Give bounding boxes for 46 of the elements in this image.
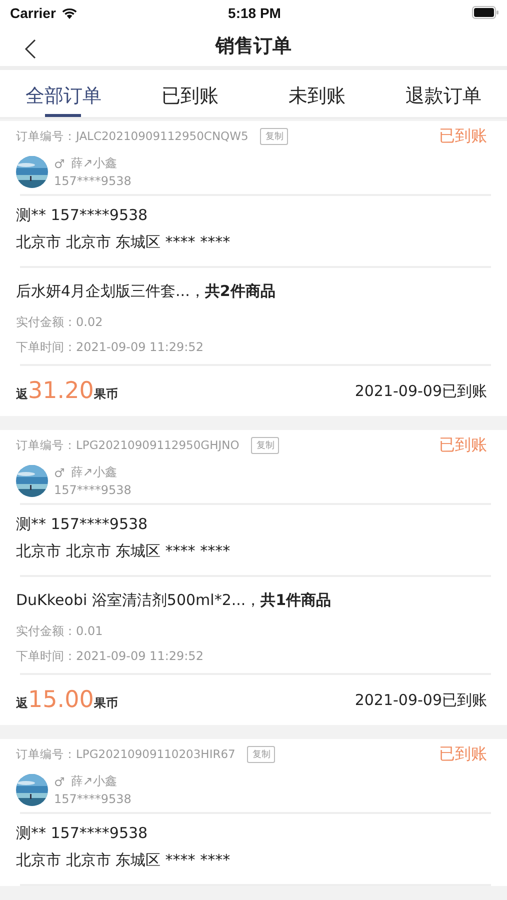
rebate-amount: 15.00 bbox=[28, 687, 94, 714]
recipient-info: 测** 157****9538 bbox=[16, 824, 149, 844]
user-phone: 157****9538 bbox=[54, 792, 132, 806]
product-summary: 后水妍4月企划版三件套...，共2件商品 bbox=[16, 282, 276, 300]
user-name: 薛↗小鑫 bbox=[70, 155, 117, 172]
paid-amount: 实付金额：0.02 bbox=[16, 314, 104, 332]
rebate-prefix: 返 bbox=[16, 695, 28, 712]
gender-symbol: ♂ bbox=[54, 156, 65, 171]
tab[interactable]: 全部订单 bbox=[25, 82, 102, 109]
clock-time: 5:18 PM bbox=[228, 4, 281, 21]
rebate-unit: 果币 bbox=[94, 386, 118, 404]
order-time: 下单时间：2021-09-09 11:29:52 bbox=[16, 648, 204, 666]
paid-amount: 实付金额：0.01 bbox=[16, 623, 104, 640]
tab-underline bbox=[45, 114, 82, 118]
order-status: 已到账 bbox=[439, 126, 487, 147]
order-status: 已到账 bbox=[439, 744, 487, 765]
shipping-address: 北京市 北京市 东城区 **** **** bbox=[16, 233, 232, 252]
recipient-info: 测** 157****9538 bbox=[16, 206, 149, 226]
order-time: 下单时间：2021-09-09 11:29:52 bbox=[16, 339, 204, 356]
gender-symbol: ♂ bbox=[54, 466, 65, 480]
tab[interactable]: 未到账 bbox=[288, 82, 346, 109]
carrier-label: Carrier bbox=[10, 4, 56, 21]
user-phone: 157****9538 bbox=[54, 174, 132, 188]
user-name: 薛↗小鑫 bbox=[70, 464, 117, 482]
gender-symbol: ♂ bbox=[54, 774, 65, 789]
page-title: 销售订单 bbox=[216, 34, 292, 59]
order-status: 已到账 bbox=[439, 434, 487, 456]
tab[interactable]: 退款订单 bbox=[406, 82, 482, 109]
product-summary: DuKkeobi 浴室清洁剂500ml*2...，共1件商品 bbox=[16, 591, 332, 610]
arrival-date: 2021-09-09已到账 bbox=[354, 382, 487, 401]
arrival-date: 2021-09-09已到账 bbox=[354, 690, 487, 710]
recipient-info: 测** 157****9538 bbox=[16, 515, 149, 534]
user-phone: 157****9538 bbox=[54, 483, 132, 498]
tab[interactable]: 已到账 bbox=[162, 82, 219, 109]
rebate-amount: 31.20 bbox=[28, 378, 94, 404]
shipping-address: 北京市 北京市 东城区 **** **** bbox=[16, 542, 232, 562]
rebate-prefix: 返 bbox=[16, 386, 28, 404]
rebate-unit: 果币 bbox=[94, 695, 118, 712]
back-icon[interactable] bbox=[24, 39, 36, 60]
order-number: 订单编号：LPG20210909112950GHJNO bbox=[16, 438, 240, 453]
wifi-icon bbox=[60, 6, 78, 19]
user-name: 薛↗小鑫 bbox=[70, 773, 117, 790]
shipping-address: 北京市 北京市 东城区 **** **** bbox=[16, 851, 232, 870]
battery-icon bbox=[472, 6, 499, 20]
order-number: 订单编号：LPG20210909110203HIR67 bbox=[16, 746, 236, 762]
order-number: 订单编号：JALC20210909112950CNQW5 bbox=[16, 128, 248, 144]
